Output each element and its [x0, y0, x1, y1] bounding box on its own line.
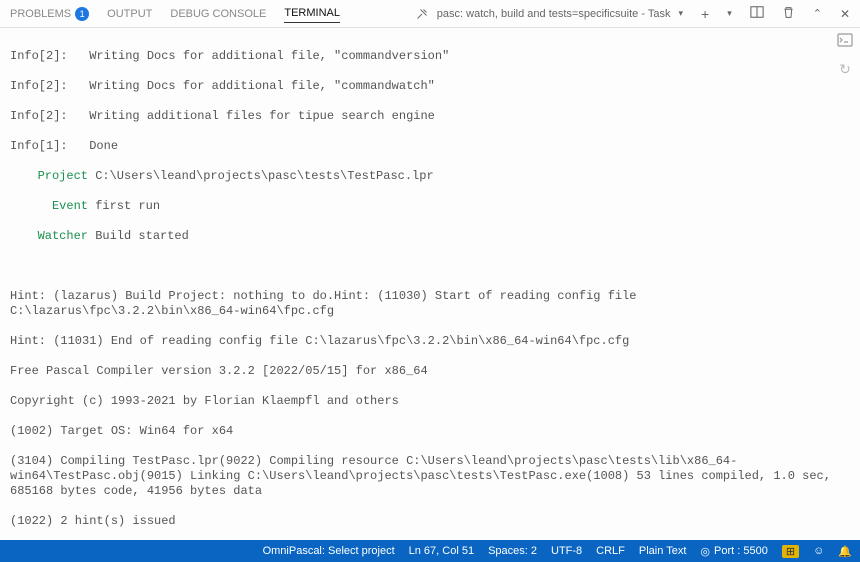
panel-tabs: PROBLEMS 1 OUTPUT DEBUG CONSOLE TERMINAL…	[0, 0, 860, 28]
log-text: Writing Docs for additional file, "comma…	[89, 49, 449, 63]
compiler-line: (3104) Compiling TestPasc.lpr(9022) Comp…	[10, 454, 850, 499]
split-terminal-icon[interactable]	[750, 5, 764, 22]
label-watcher: Watcher	[10, 229, 88, 244]
tab-problems-label: PROBLEMS	[10, 8, 71, 20]
trash-icon[interactable]	[782, 6, 795, 22]
problems-count-badge: 1	[75, 7, 89, 21]
status-bar: OmniPascal: Select project Ln 67, Col 51…	[0, 540, 860, 562]
chevron-down-icon: ▾	[678, 8, 683, 19]
status-indent[interactable]: Spaces: 2	[488, 545, 537, 557]
log-text: Done	[89, 139, 118, 153]
maximize-panel-icon[interactable]: ⌃	[813, 7, 822, 20]
broadcast-icon: ◎	[700, 545, 710, 558]
new-terminal-icon[interactable]: +	[701, 6, 709, 22]
status-cursor-position[interactable]: Ln 67, Col 51	[409, 545, 474, 557]
compiler-line: (1002) Target OS: Win64 for x64	[10, 424, 850, 439]
label-project: Project	[10, 169, 88, 184]
status-language[interactable]: Plain Text	[639, 545, 687, 557]
compiler-line: (1022) 2 hint(s) issued	[10, 514, 850, 529]
log-tag: Info[2]:	[10, 109, 68, 123]
label-event: Event	[10, 199, 88, 214]
compiler-line: Copyright (c) 1993-2021 by Florian Klaem…	[10, 394, 850, 409]
bell-icon[interactable]: 🔔	[838, 545, 852, 558]
tab-output[interactable]: OUTPUT	[107, 8, 152, 20]
compiler-line: Free Pascal Compiler version 3.2.2 [2022…	[10, 364, 850, 379]
status-eol[interactable]: CRLF	[596, 545, 625, 557]
tab-terminal[interactable]: TERMINAL	[284, 7, 340, 23]
project-path: C:\Users\leand\projects\pasc\tests\TestP…	[95, 169, 433, 183]
status-port[interactable]: ◎ Port : 5500	[700, 545, 767, 558]
task-label: pasc: watch, build and tests=specificsui…	[437, 8, 671, 20]
log-text: Writing Docs for additional file, "comma…	[89, 79, 435, 93]
status-badge-icon[interactable]: ⊞	[782, 545, 799, 558]
status-port-label: Port : 5500	[714, 545, 768, 557]
log-tag: Info[2]:	[10, 79, 68, 93]
terminal-output[interactable]: Info[2]: Writing Docs for additional fil…	[0, 28, 860, 540]
close-panel-icon[interactable]: ✕	[840, 7, 850, 21]
log-text: Writing additional files for tipue searc…	[89, 109, 435, 123]
log-tag: Info[2]:	[10, 49, 68, 63]
status-encoding[interactable]: UTF-8	[551, 545, 582, 557]
status-omnipascal[interactable]: OmniPascal: Select project	[263, 545, 395, 557]
feedback-icon[interactable]: ☺	[813, 545, 824, 557]
tab-debug-console[interactable]: DEBUG CONSOLE	[170, 8, 266, 20]
chevron-down-icon[interactable]: ▾	[727, 8, 732, 19]
hint-line: Hint: (lazarus) Build Project: nothing t…	[10, 289, 850, 319]
hint-line: Hint: (11031) End of reading config file…	[10, 334, 850, 349]
event-text: first run	[95, 199, 160, 213]
tab-problems[interactable]: PROBLEMS 1	[10, 7, 89, 21]
tools-icon	[415, 7, 429, 21]
log-tag: Info[1]:	[10, 139, 68, 153]
task-picker[interactable]: pasc: watch, build and tests=specificsui…	[415, 7, 683, 21]
watcher-text: Build started	[95, 229, 189, 243]
